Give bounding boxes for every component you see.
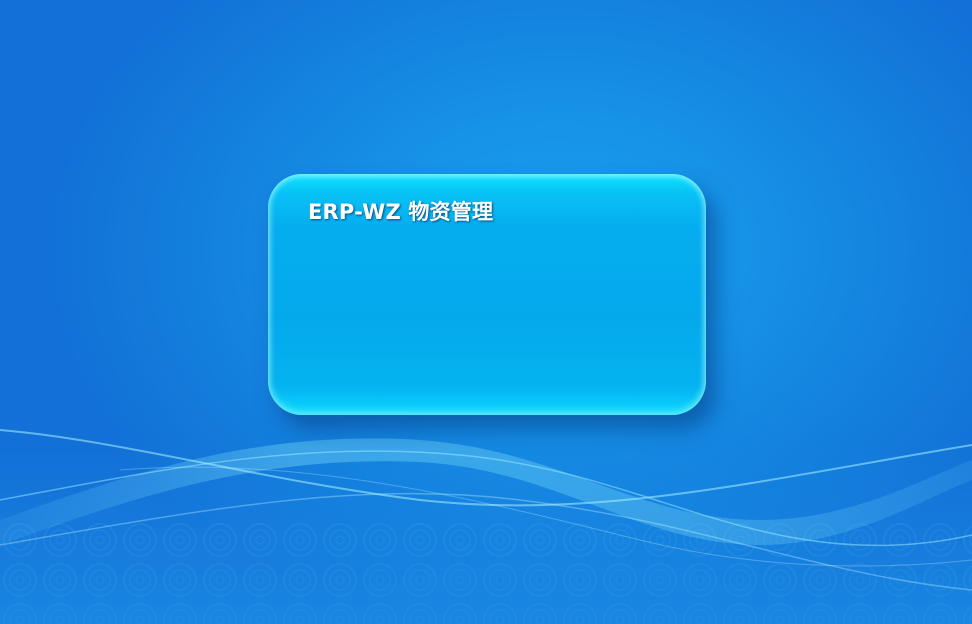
system-title: ERP-WZ 物资管理: [308, 200, 494, 224]
login-panel: ERP-WZ 物资管理: [268, 174, 706, 415]
